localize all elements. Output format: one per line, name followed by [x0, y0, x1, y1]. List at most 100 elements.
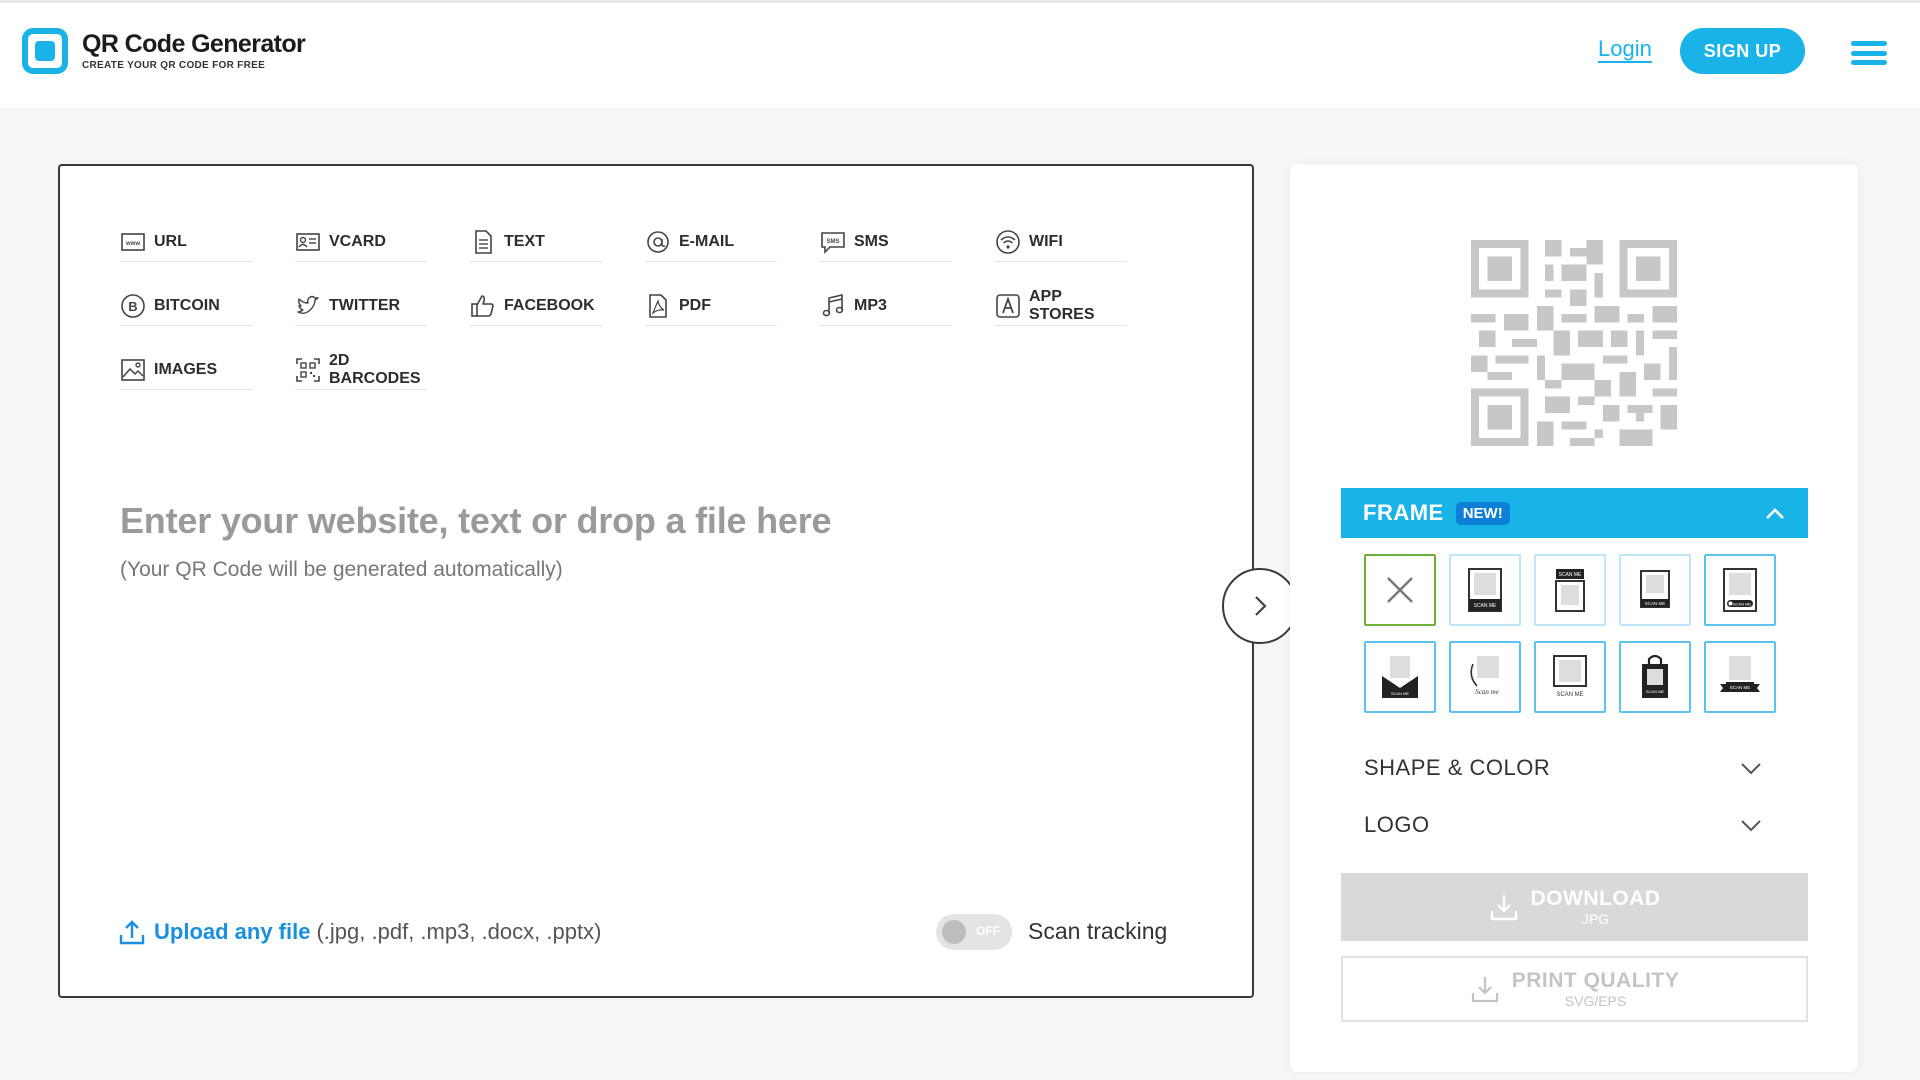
frame-option-scan-me-top[interactable]: SCAN ME [1534, 554, 1606, 626]
download-icon [1471, 977, 1498, 1003]
type-sms[interactable]: SMS SMS [820, 222, 952, 262]
type-mp3[interactable]: MP3 [820, 286, 952, 326]
type-images[interactable]: IMAGES [120, 350, 252, 390]
site-header: QR Code Generator CREATE YOUR QR CODE FO… [0, 0, 1920, 108]
close-icon [1387, 577, 1413, 603]
upload-icon[interactable] [118, 918, 146, 946]
frame-option-scan-me-pill[interactable]: SCAN ME [1704, 554, 1776, 626]
type-facebook[interactable]: FACEBOOK [470, 286, 602, 326]
type-label: TWITTER [329, 296, 401, 314]
text-document-icon [475, 229, 492, 254]
next-step-button[interactable] [1222, 568, 1298, 644]
chevron-down-icon [1741, 820, 1761, 832]
frame-option-envelope[interactable]: SCAN ME [1364, 641, 1436, 713]
qr-logo-icon [22, 28, 68, 74]
qr-code-preview [1471, 240, 1677, 446]
type-bitcoin[interactable]: B BITCOIN [120, 286, 252, 326]
frame-section-header[interactable]: FRAME NEW! [1341, 488, 1808, 538]
type-label: 2D BARCODES [329, 351, 421, 387]
signup-button[interactable]: SIGN UP [1680, 28, 1805, 74]
chevron-up-icon[interactable] [1764, 504, 1786, 522]
qr-frame-icon: SCAN ME [1723, 568, 1757, 612]
login-link[interactable]: Login [1598, 36, 1652, 62]
music-note-icon [822, 293, 844, 316]
shape-color-section[interactable]: SHAPE & COLOR [1364, 740, 1784, 796]
frame-caption: Scan me [1475, 688, 1499, 696]
vcard-icon [296, 232, 320, 251]
frame-option-handwritten[interactable]: Scan me [1449, 641, 1521, 713]
svg-text:SMS: SMS [826, 239, 839, 245]
frame-caption: SCAN ME [1559, 572, 1582, 578]
hamburger-bar [1851, 60, 1887, 65]
content-input[interactable]: Enter your website, text or drop a file … [120, 500, 832, 542]
logo-section-label: LOGO [1364, 812, 1430, 837]
type-label: PDF [679, 296, 711, 314]
frame-option-none[interactable] [1364, 554, 1436, 626]
frame-option-scan-me-small[interactable]: SCAN ME [1619, 554, 1691, 626]
chevron-right-icon [1255, 596, 1267, 616]
upload-file-link[interactable]: Upload any file [154, 919, 310, 945]
qr-content-panel: www URL VCARD TEXT E-MAIL SMS SMS WIFI B… [58, 164, 1254, 998]
type-label: SMS [854, 232, 889, 250]
type-label: APP STORES [1029, 287, 1095, 323]
new-badge: NEW! [1455, 501, 1510, 525]
scan-tracking-toggle[interactable]: OFF [936, 914, 1012, 950]
url-icon: www [121, 232, 145, 251]
download-jpg-button[interactable]: DOWNLOAD JPG [1341, 873, 1808, 941]
input-hint: (Your QR Code will be generated automati… [120, 558, 563, 581]
svg-text:B: B [128, 299, 137, 314]
frame-caption: SCAN ME [1733, 602, 1752, 607]
shopping-bag-frame-icon: SCAN ME [1642, 654, 1668, 698]
frame-option-scan-me-bottom[interactable]: SCAN ME [1449, 554, 1521, 626]
sms-icon: SMS [821, 231, 845, 254]
frame-option-shopping-bag[interactable]: SCAN ME [1619, 641, 1691, 713]
type-label: IMAGES [154, 360, 218, 378]
logo-subtitle: CREATE YOUR QR CODE FOR FREE [82, 60, 266, 71]
hamburger-bar [1851, 41, 1887, 46]
type-pdf[interactable]: PDF [645, 286, 777, 326]
type-2d-barcodes[interactable]: 2D BARCODES [295, 350, 427, 390]
print-quality-text: PRINT QUALITY SVG/EPS [1512, 969, 1680, 1009]
type-label: E-MAIL [679, 232, 735, 250]
download-text: DOWNLOAD JPG [1531, 887, 1661, 927]
barcode-icon [296, 357, 320, 382]
upload-file-area: Upload any file (.jpg, .pdf, .mp3, .docx… [118, 918, 601, 946]
download-icon [1490, 895, 1517, 921]
handwritten-frame-icon: Scan me [1470, 656, 1499, 696]
pdf-icon [649, 293, 667, 318]
type-vcard[interactable]: VCARD [295, 222, 427, 262]
type-label: URL [154, 232, 187, 250]
type-label: TEXT [504, 232, 545, 250]
print-quality-label: PRINT QUALITY [1511, 969, 1680, 992]
type-label: BITCOIN [154, 296, 220, 314]
qr-frame-icon: SCAN ME [1640, 570, 1670, 608]
type-label: VCARD [329, 232, 386, 250]
type-app-stores[interactable]: APP STORES [995, 286, 1127, 326]
hamburger-menu-icon[interactable] [1851, 41, 1887, 65]
print-quality-button[interactable]: PRINT QUALITY SVG/EPS [1341, 956, 1808, 1022]
type-email[interactable]: E-MAIL [645, 222, 777, 262]
toggle-state: OFF [976, 924, 1000, 938]
frame-option-ribbon[interactable]: SCAN ME [1704, 641, 1776, 713]
type-url[interactable]: www URL [120, 222, 252, 262]
type-label: FACEBOOK [504, 296, 595, 314]
type-text[interactable]: TEXT [470, 222, 602, 262]
type-wifi[interactable]: WIFI [995, 222, 1127, 262]
scan-tracking-label: Scan tracking [1028, 918, 1168, 944]
wifi-icon [996, 229, 1020, 254]
ribbon-frame-icon: SCAN ME [1720, 656, 1760, 692]
logo-section[interactable]: LOGO [1364, 797, 1784, 853]
frame-caption: SCAN ME [1730, 685, 1751, 690]
qr-frame-icon: SCAN ME [1468, 568, 1502, 612]
type-twitter[interactable]: TWITTER [295, 286, 427, 326]
qr-preview-panel: FRAME NEW! SCAN ME SCAN ME SCAN ME SCAN … [1290, 164, 1858, 1072]
frame-option-scan-me-label[interactable]: SCAN ME [1534, 641, 1606, 713]
logo-title: QR Code Generator [82, 30, 306, 58]
upload-formats: (.jpg, .pdf, .mp3, .docx, .pptx) [316, 919, 602, 944]
qr-frame-icon: SCAN ME [1555, 569, 1585, 612]
at-sign-icon [647, 230, 669, 253]
shape-color-label: SHAPE & COLOR [1364, 755, 1551, 780]
logo-text: QR Code Generator CREATE YOUR QR CODE FO… [82, 30, 306, 72]
logo[interactable]: QR Code Generator CREATE YOUR QR CODE FO… [22, 28, 306, 74]
bitcoin-icon: B [121, 293, 145, 318]
